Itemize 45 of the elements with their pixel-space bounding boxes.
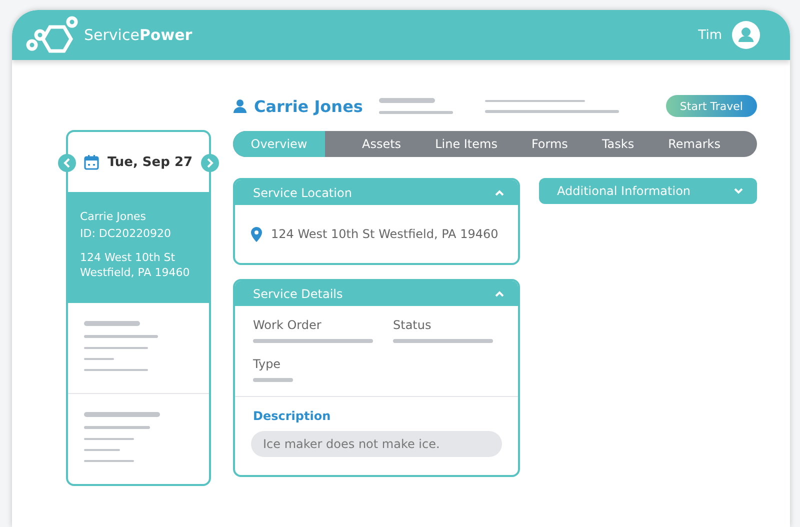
skeleton-line xyxy=(253,378,293,382)
customer-title: Carrie Jones xyxy=(254,96,363,116)
caret-up-icon xyxy=(495,290,504,296)
tab[interactable]: Tasks xyxy=(584,131,652,157)
tab[interactable]: Remarks xyxy=(651,131,738,157)
field-label: Work Order xyxy=(253,318,322,332)
skeleton-line xyxy=(84,358,114,360)
skeleton-line xyxy=(84,460,134,462)
field-label: Status xyxy=(393,318,432,332)
skeleton-line xyxy=(84,347,148,349)
panel-header[interactable]: Service Details xyxy=(235,281,518,306)
previous-day-button[interactable] xyxy=(58,154,76,172)
logo-text: ServicePower xyxy=(84,26,192,44)
field-label: Type xyxy=(253,357,282,371)
next-day-button[interactable] xyxy=(201,154,219,172)
additional-information-header[interactable]: Additional Information xyxy=(539,178,757,204)
tab[interactable]: Forms xyxy=(514,131,585,157)
appointment-address: 124 West 10th St Westfield, PA 19460 xyxy=(80,250,191,280)
location-pin-icon xyxy=(251,226,262,242)
appointment-id: ID: DC20220920 xyxy=(80,226,172,242)
description-label: Description xyxy=(252,409,332,423)
tab[interactable]: Assets xyxy=(345,131,418,157)
start-travel-button[interactable]: Start Travel xyxy=(666,95,757,117)
tab[interactable]: Line Items xyxy=(418,131,514,157)
service-address: 124 West 10th St Westfield, PA 19460 xyxy=(271,227,498,241)
person-icon xyxy=(233,99,247,113)
chevron-left-icon xyxy=(63,158,71,168)
skeleton-line xyxy=(84,426,150,429)
date-label: Tue, Sep 27 xyxy=(107,154,193,170)
user-avatar-icon[interactable] xyxy=(732,21,760,49)
user-name: Tim xyxy=(698,28,722,42)
skeleton-line xyxy=(84,321,140,326)
panel-header[interactable]: Service Location xyxy=(235,180,518,205)
caret-up-icon xyxy=(495,190,504,196)
skeleton-line xyxy=(84,438,134,440)
caret-down-icon xyxy=(734,188,743,194)
chevron-right-icon xyxy=(206,158,214,168)
skeleton-line xyxy=(84,369,148,371)
description-field[interactable]: Ice maker does not make ice. xyxy=(251,431,502,457)
customer-name: Carrie Jones xyxy=(80,209,148,225)
calendar-icon xyxy=(84,154,100,170)
tab[interactable]: Overview xyxy=(233,131,325,157)
skeleton-line xyxy=(379,98,435,103)
appointment-item[interactable]: Carrie Jones ID: DC20220920 124 West 10th St Westfield, PA 19460 xyxy=(68,192,209,303)
skeleton-line xyxy=(84,449,120,451)
